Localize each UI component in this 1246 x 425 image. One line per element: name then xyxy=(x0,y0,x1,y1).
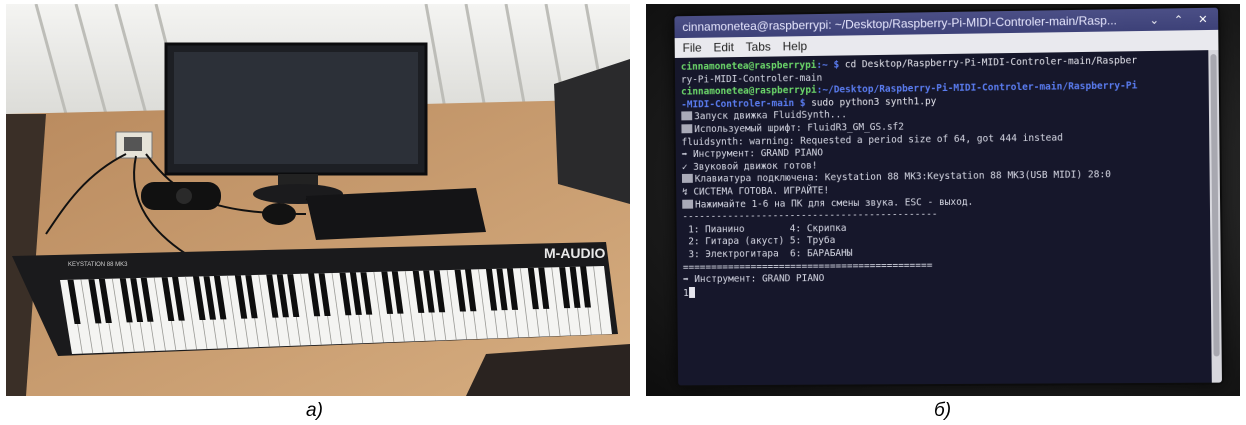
menu-file[interactable]: File xyxy=(683,41,702,55)
close-icon[interactable]: ✕ xyxy=(1196,12,1210,26)
setup-illustration: M-AUDIO KEYSTATION 88 MK3 xyxy=(6,4,630,396)
command-text: sudo python3 synth1.py xyxy=(805,95,937,109)
prompt-path: -MIDI-Controler-main $ xyxy=(681,97,806,111)
output-line: Используемый шрифт: FluidR3_GM_GS.sf2 xyxy=(694,121,905,136)
menu-tabs[interactable]: Tabs xyxy=(746,40,771,54)
chevron-down-icon[interactable]: ⌄ xyxy=(1147,13,1161,27)
command-text: cd Desktop/Raspberry-Pi-MIDI-Controler-m… xyxy=(839,55,1138,71)
prompt-user: cinnamonetea@raspberrypi xyxy=(680,59,817,73)
setup-photo: M-AUDIO KEYSTATION 88 MK3 xyxy=(6,4,630,396)
scrollbar-thumb[interactable] xyxy=(1210,54,1220,357)
window-title: cinnamonetea@raspberrypi: ~/Desktop/Rasp… xyxy=(682,13,1117,35)
text-cursor xyxy=(688,286,695,298)
menu-edit[interactable]: Edit xyxy=(713,40,734,54)
emoji-glyph-icon xyxy=(681,124,693,134)
keyboard-model-label: KEYSTATION 88 MK3 xyxy=(68,262,128,268)
emoji-glyph-icon xyxy=(681,174,693,184)
emoji-glyph-icon xyxy=(682,199,694,209)
prompt-path: :~ $ xyxy=(816,59,840,71)
prompt-user: cinnamonetea@raspberrypi xyxy=(681,84,817,98)
keyboard-brand-label: M-AUDIO xyxy=(544,245,606,261)
chevron-up-icon[interactable]: ⌃ xyxy=(1171,12,1185,26)
terminal-output[interactable]: cinnamonetea@raspberrypi:~ $ cd Desktop/… xyxy=(674,50,1212,386)
menu-help[interactable]: Help xyxy=(783,39,808,53)
caption-a: а) xyxy=(306,400,323,421)
terminal-window: cinnamonetea@raspberrypi: ~/Desktop/Rasp… xyxy=(674,7,1222,386)
terminal-photo: cinnamonetea@raspberrypi: ~/Desktop/Rasp… xyxy=(646,4,1240,396)
terminal-scrollbar[interactable] xyxy=(1208,49,1222,383)
output-line: Запуск движка FluidSynth... xyxy=(694,109,847,123)
output-line: Нажимайте 1-6 на ПК для смены звука. ESC… xyxy=(694,196,974,211)
caption-b: б) xyxy=(934,400,952,421)
emoji-glyph-icon xyxy=(681,111,693,121)
